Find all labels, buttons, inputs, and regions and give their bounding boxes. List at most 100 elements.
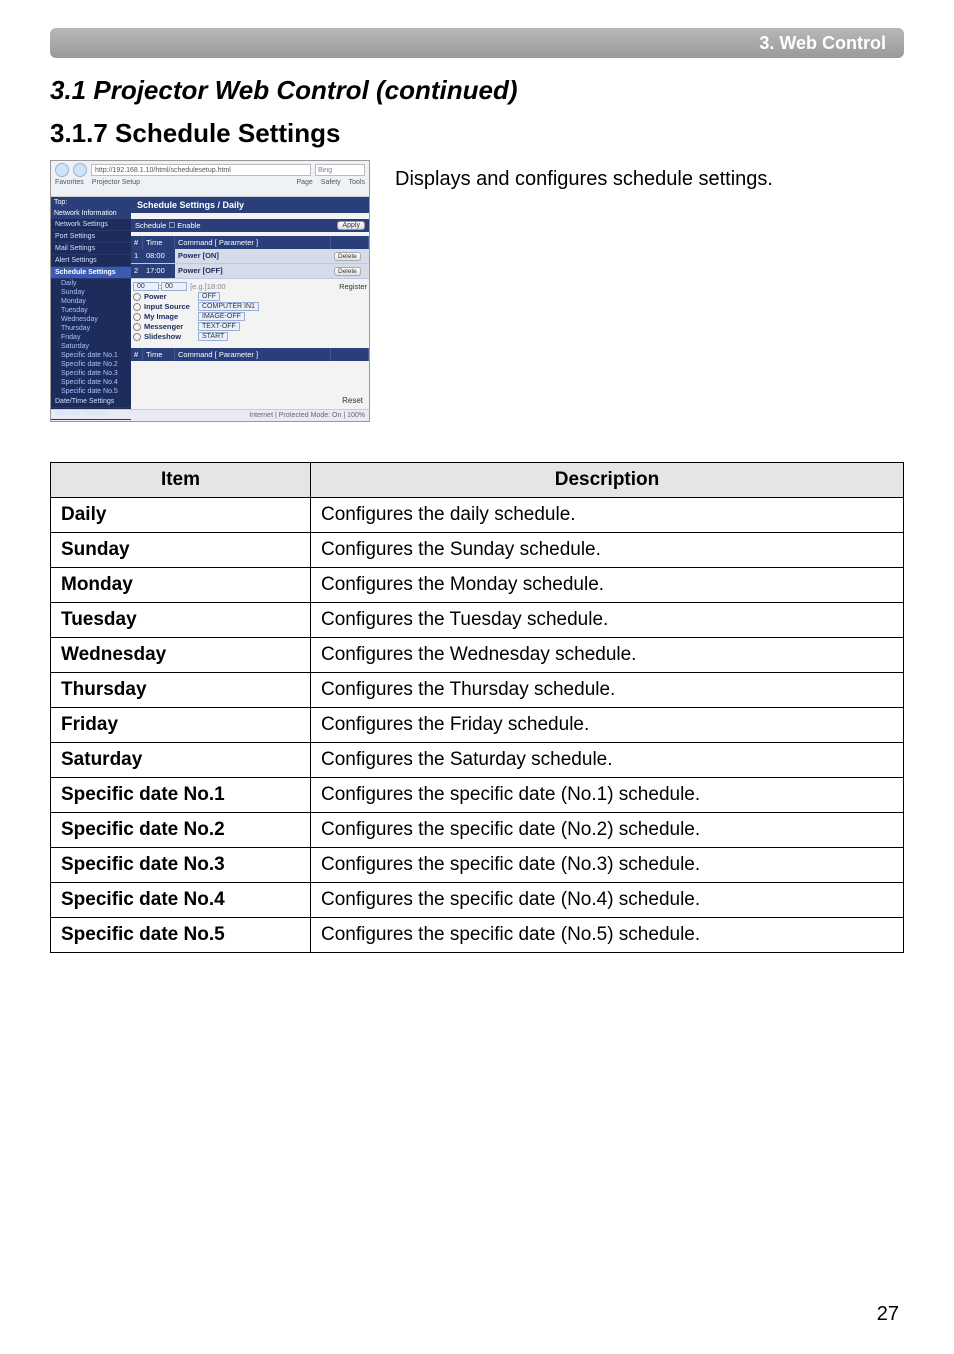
time-hour-input[interactable]: 00 xyxy=(133,282,159,291)
enable-label[interactable]: Enable xyxy=(177,221,200,230)
col-cmd: Command [ Parameter ] xyxy=(175,236,331,249)
table-row: Specific date No.2Configures the specifi… xyxy=(51,813,904,848)
item-cell: Daily xyxy=(51,498,311,533)
browser-window: http://192.168.1.10/html/schedulesetup.h… xyxy=(50,160,370,422)
radio-slideshow[interactable] xyxy=(133,333,141,341)
sidebar-sub-daily[interactable]: Daily xyxy=(51,279,131,288)
delete-button[interactable]: Delete xyxy=(334,252,361,261)
sidebar-sub-sd1[interactable]: Specific date No.1 xyxy=(51,351,131,360)
item-cell: Thursday xyxy=(51,673,311,708)
description-cell: Configures the specific date (No.1) sche… xyxy=(311,778,904,813)
col-num: # xyxy=(131,236,143,249)
item-cell: Specific date No.3 xyxy=(51,848,311,883)
item-cell: Monday xyxy=(51,568,311,603)
sidebar-sub-sd5[interactable]: Specific date No.5 xyxy=(51,387,131,396)
schedule-label: Schedule xyxy=(135,221,166,230)
schedule-enable-bar: Schedule ☐ Enable Apply xyxy=(131,219,369,232)
item-cell: Specific date No.1 xyxy=(51,778,311,813)
sidebar-sub-sd3[interactable]: Specific date No.3 xyxy=(51,369,131,378)
page-number: 27 xyxy=(877,1303,899,1326)
item-cell: Wednesday xyxy=(51,638,311,673)
table-row: DailyConfigures the daily schedule. xyxy=(51,498,904,533)
radio-input[interactable] xyxy=(133,303,141,311)
sidebar-sub-thursday[interactable]: Thursday xyxy=(51,324,131,333)
description-cell: Configures the Tuesday schedule. xyxy=(311,603,904,638)
item-cell: Specific date No.4 xyxy=(51,883,311,918)
register-button[interactable]: Register xyxy=(339,282,367,291)
reset-button[interactable]: Reset xyxy=(342,396,363,405)
favorites-label[interactable]: Favorites xyxy=(55,179,84,186)
table-row: SaturdayConfigures the Saturday schedule… xyxy=(51,743,904,778)
item-cell: Friday xyxy=(51,708,311,743)
select-slideshow[interactable]: START xyxy=(198,332,228,341)
radio-power[interactable] xyxy=(133,293,141,301)
address-bar[interactable]: http://192.168.1.10/html/schedulesetup.h… xyxy=(91,164,311,176)
sidebar-sub-saturday[interactable]: Saturday xyxy=(51,342,131,351)
sidebar-item-network-info[interactable]: Network Information xyxy=(51,208,131,219)
description-cell: Configures the specific date (No.5) sche… xyxy=(311,918,904,953)
table-row: Specific date No.1Configures the specifi… xyxy=(51,778,904,813)
table-row: TuesdayConfigures the Tuesday schedule. xyxy=(51,603,904,638)
tab-label[interactable]: Projector Setup xyxy=(92,179,140,186)
sidebar-sub-sd2[interactable]: Specific date No.2 xyxy=(51,360,131,369)
schedule-table-header: # Time Command [ Parameter ] xyxy=(131,236,369,249)
table-row: Specific date No.5Configures the specifi… xyxy=(51,918,904,953)
table-row: WednesdayConfigures the Wednesday schedu… xyxy=(51,638,904,673)
sidebar-sub-sunday[interactable]: Sunday xyxy=(51,288,131,297)
chapter-header-bar: 3. Web Control xyxy=(50,28,904,58)
sidebar-sub-monday[interactable]: Monday xyxy=(51,297,131,306)
sidebar-sub-sd4[interactable]: Specific date No.4 xyxy=(51,378,131,387)
th-item: Item xyxy=(51,463,311,498)
search-box[interactable]: Bing xyxy=(315,164,365,176)
description-cell: Configures the daily schedule. xyxy=(311,498,904,533)
status-zoom: 100% xyxy=(347,412,365,419)
select-myimage[interactable]: IMAGE-OFF xyxy=(198,312,245,321)
select-power[interactable]: OFF xyxy=(198,292,220,301)
sidebar-item-security[interactable]: Security Settings xyxy=(51,408,131,420)
sidebar-sub-friday[interactable]: Friday xyxy=(51,333,131,342)
sidebar-item-top[interactable]: Top: xyxy=(51,197,131,208)
main-panel: Schedule Settings / Daily Schedule ☐ Ena… xyxy=(131,197,369,409)
schedule-table-header-2: # Time Command [ Parameter ] xyxy=(131,348,369,361)
apply-button[interactable]: Apply xyxy=(337,221,365,230)
time-min-input[interactable]: 00 xyxy=(161,282,187,291)
toolbar-safety[interactable]: Safety xyxy=(321,179,341,186)
description-cell: Configures the Saturday schedule. xyxy=(311,743,904,778)
sidebar-sub-tuesday[interactable]: Tuesday xyxy=(51,306,131,315)
browser-chrome: http://192.168.1.10/html/schedulesetup.h… xyxy=(51,161,369,197)
select-messenger[interactable]: TEXT-OFF xyxy=(198,322,240,331)
subsection-title: 3.1.7 Schedule Settings xyxy=(50,118,340,149)
sidebar-item-schedule-settings[interactable]: Schedule Settings xyxy=(51,267,131,279)
item-cell: Specific date No.2 xyxy=(51,813,311,848)
table-row: SundayConfigures the Sunday schedule. xyxy=(51,533,904,568)
figure-caption: Displays and configures schedule setting… xyxy=(395,168,773,191)
time-hint: [e.g.]18:00 xyxy=(190,282,225,291)
description-cell: Configures the specific date (No.3) sche… xyxy=(311,848,904,883)
sidebar-item-alert-settings[interactable]: Alert Settings xyxy=(51,255,131,267)
toolbar-page[interactable]: Page xyxy=(296,179,312,186)
delete-button[interactable]: Delete xyxy=(334,267,361,276)
radio-messenger[interactable] xyxy=(133,323,141,331)
forward-button[interactable] xyxy=(73,163,87,177)
sidebar-item-datetime[interactable]: Date/Time Settings xyxy=(51,396,131,408)
sidebar-item-network-settings[interactable]: Network Settings xyxy=(51,219,131,231)
description-cell: Configures the specific date (No.2) sche… xyxy=(311,813,904,848)
sidebar-item-mail-settings[interactable]: Mail Settings xyxy=(51,243,131,255)
item-cell: Saturday xyxy=(51,743,311,778)
toolbar-tools[interactable]: Tools xyxy=(349,179,365,186)
item-cell: Sunday xyxy=(51,533,311,568)
col-time: Time xyxy=(143,236,175,249)
item-cell: Tuesday xyxy=(51,603,311,638)
back-button[interactable] xyxy=(55,163,69,177)
section-title: 3.1 Projector Web Control (continued) xyxy=(50,75,518,106)
description-cell: Configures the Friday schedule. xyxy=(311,708,904,743)
sidebar-sub-wednesday[interactable]: Wednesday xyxy=(51,315,131,324)
status-mode: Internet | Protected Mode: On xyxy=(249,412,341,419)
description-table: Item Description DailyConfigures the dai… xyxy=(50,462,904,953)
table-row: Specific date No.3Configures the specifi… xyxy=(51,848,904,883)
radio-myimage[interactable] xyxy=(133,313,141,321)
description-cell: Configures the specific date (No.4) sche… xyxy=(311,883,904,918)
table-row: 1 08:00 Power [ON] Delete xyxy=(131,249,369,264)
sidebar-item-port-settings[interactable]: Port Settings xyxy=(51,231,131,243)
select-input[interactable]: COMPUTER IN1 xyxy=(198,302,259,311)
